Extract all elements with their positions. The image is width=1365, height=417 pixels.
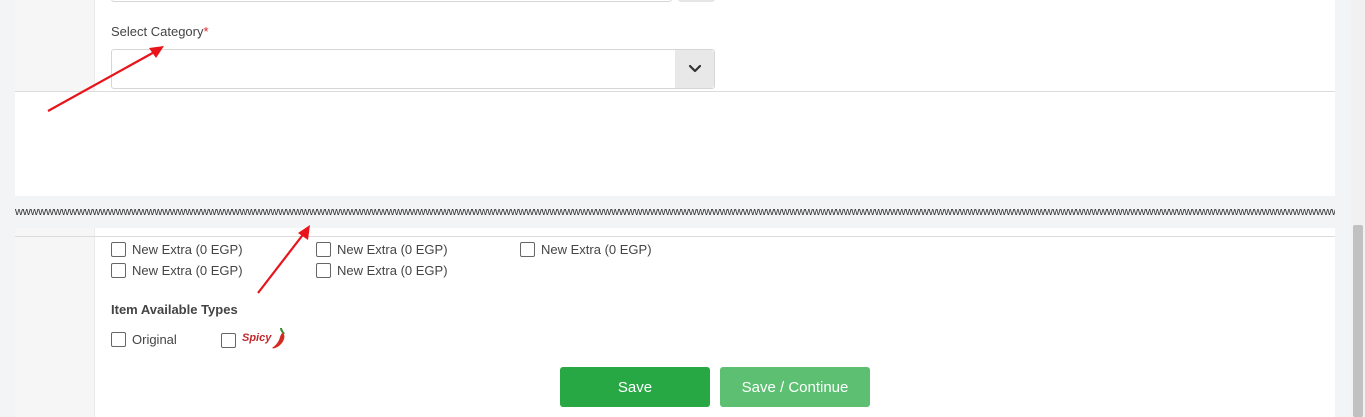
category-label: Select Category*	[111, 24, 209, 39]
checkbox-box[interactable]	[221, 333, 236, 348]
category-select-toggle[interactable]	[675, 50, 714, 88]
previous-field-input[interactable]	[111, 0, 672, 2]
panel-side-strip	[15, 0, 95, 92]
extra-label: New Extra (0 EGP)	[337, 263, 448, 278]
extra-label: New Extra (0 EGP)	[132, 242, 243, 257]
extra-label: New Extra (0 EGP)	[541, 242, 652, 257]
required-mark: *	[203, 24, 209, 39]
item-form-page: Select Category* wwwwwwwwwwwwwwwwwwwwwww…	[0, 0, 1365, 417]
page-scrollbar[interactable]	[1351, 0, 1365, 417]
extras-strip-text: wwwwwwwwwwwwwwwwwwwwwwwwwwwwwwwwwwwwwwww…	[15, 196, 1335, 228]
panel-side-strip	[15, 228, 95, 417]
spicy-label: Spicy	[242, 332, 272, 344]
extra-checkbox-3[interactable]: New Extra (0 EGP)	[520, 242, 652, 257]
category-select[interactable]	[111, 49, 715, 89]
save-button[interactable]: Save	[560, 367, 710, 407]
types-heading: Item Available Types	[111, 302, 238, 317]
divider	[15, 236, 1335, 237]
checkbox-box[interactable]	[316, 242, 331, 257]
checkbox-box[interactable]	[111, 242, 126, 257]
left-gutter	[0, 0, 15, 417]
type-original-checkbox[interactable]: Original	[111, 332, 177, 347]
extra-checkbox-1[interactable]: New Extra (0 EGP)	[111, 242, 243, 257]
spicy-logo: Spicy	[242, 326, 287, 350]
type-original-label: Original	[132, 332, 177, 347]
blank-area	[15, 92, 1335, 196]
extra-label: New Extra (0 EGP)	[337, 242, 448, 257]
save-continue-button[interactable]: Save / Continue	[720, 367, 870, 407]
extra-checkbox-2[interactable]: New Extra (0 EGP)	[316, 242, 448, 257]
extra-checkbox-5[interactable]: New Extra (0 EGP)	[316, 263, 448, 278]
checkbox-box[interactable]	[111, 263, 126, 278]
type-spicy-checkbox[interactable]: Spicy	[221, 326, 287, 350]
chili-pepper-icon	[272, 327, 286, 349]
checkbox-box[interactable]	[520, 242, 535, 257]
extra-checkbox-4[interactable]: New Extra (0 EGP)	[111, 263, 243, 278]
extra-label: New Extra (0 EGP)	[132, 263, 243, 278]
previous-field-button[interactable]	[678, 0, 715, 2]
scrollbar-thumb[interactable]	[1353, 225, 1363, 417]
category-label-text: Select Category	[111, 24, 204, 39]
checkbox-box[interactable]	[316, 263, 331, 278]
checkbox-box[interactable]	[111, 332, 126, 347]
chevron-down-icon	[688, 64, 701, 73]
